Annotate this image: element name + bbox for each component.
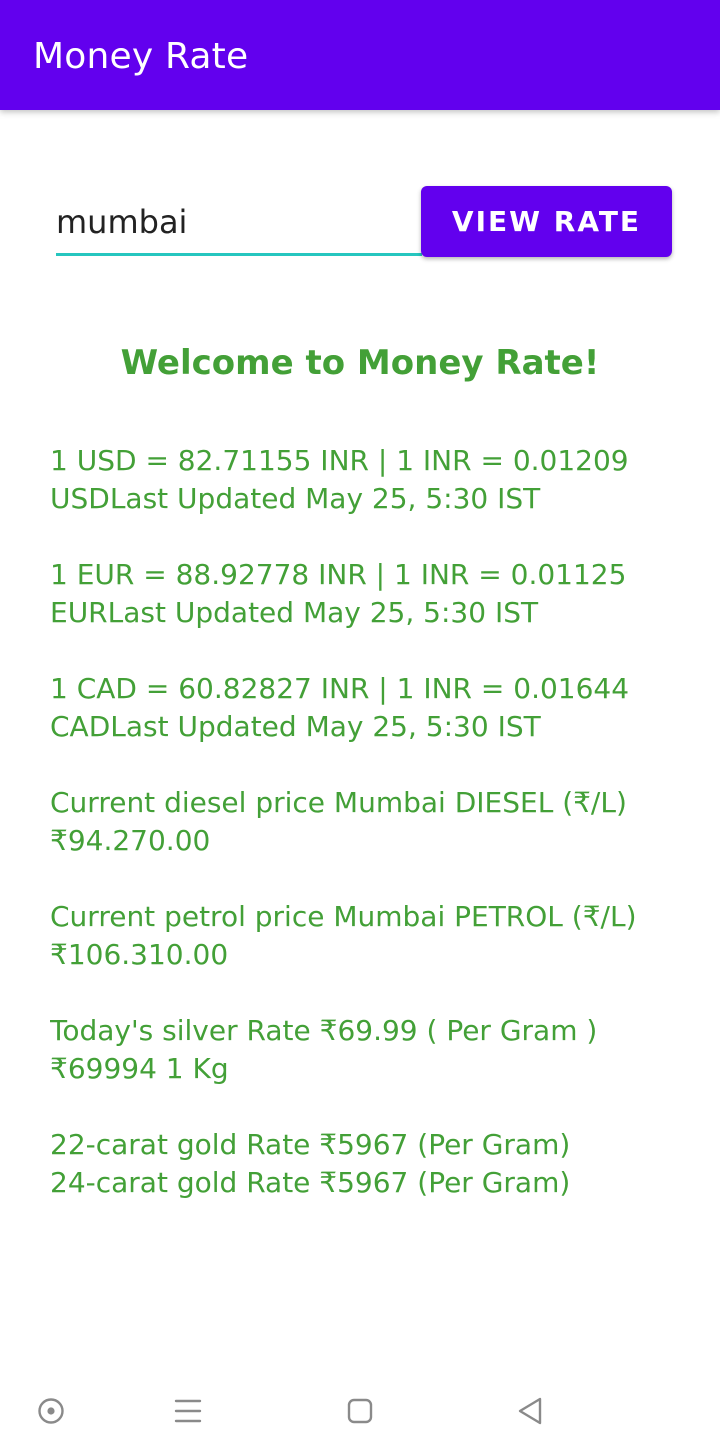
menu-icon[interactable] <box>173 1396 203 1426</box>
view-rate-button[interactable]: VIEW RATE <box>421 186 672 257</box>
rate-line: CADLast Updated May 25, 5:30 IST <box>50 710 541 743</box>
silver-rate: Today's silver Rate ₹69.99 ( Per Gram ) … <box>50 1012 680 1126</box>
rate-line: 1 USD = 82.71155 INR | 1 INR = 0.01209 <box>50 444 629 477</box>
rate-line: Today's silver Rate ₹69.99 ( Per Gram ) <box>50 1014 598 1047</box>
home-square-icon[interactable] <box>345 1396 375 1426</box>
rate-line: 22-carat gold Rate ₹5967 (Per Gram) <box>50 1128 571 1161</box>
gold-rate: 22-carat gold Rate ₹5967 (Per Gram) 24-c… <box>50 1126 680 1240</box>
rate-line: ₹94.270.00 <box>50 824 211 857</box>
screen: Money Rate VIEW RATE Welcome to Money Ra… <box>0 0 720 1453</box>
assistant-icon[interactable] <box>36 1396 66 1426</box>
rate-line: 1 CAD = 60.82827 INR | 1 INR = 0.01644 <box>50 672 630 705</box>
rate-line: USDLast Updated May 25, 5:30 IST <box>50 482 541 515</box>
app-bar: Money Rate <box>0 0 720 110</box>
back-triangle-icon[interactable] <box>515 1395 545 1427</box>
usd-rate: 1 USD = 82.71155 INR | 1 INR = 0.01209 U… <box>50 442 680 556</box>
welcome-heading: Welcome to Money Rate! <box>120 343 600 383</box>
rate-line: ₹69994 1 Kg <box>50 1052 229 1085</box>
app-title: Money Rate <box>33 36 249 77</box>
rates-list: 1 USD = 82.71155 INR | 1 INR = 0.01209 U… <box>50 442 680 1240</box>
rate-line: 1 EUR = 88.92778 INR | 1 INR = 0.01125 <box>50 558 627 591</box>
system-nav-bar <box>0 1370 720 1453</box>
rate-line: Current petrol price Mumbai PETROL (₹/L) <box>50 900 637 933</box>
rate-line: 24-carat gold Rate ₹5967 (Per Gram) <box>50 1166 571 1199</box>
diesel-price: Current diesel price Mumbai DIESEL (₹/L)… <box>50 784 680 898</box>
rate-line: EURLast Updated May 25, 5:30 IST <box>50 596 539 629</box>
rate-line: Current diesel price Mumbai DIESEL (₹/L) <box>50 786 627 819</box>
rate-line: ₹106.310.00 <box>50 938 229 971</box>
eur-rate: 1 EUR = 88.92778 INR | 1 INR = 0.01125 E… <box>50 556 680 670</box>
cad-rate: 1 CAD = 60.82827 INR | 1 INR = 0.01644 C… <box>50 670 680 784</box>
petrol-price: Current petrol price Mumbai PETROL (₹/L)… <box>50 898 680 1012</box>
city-input[interactable] <box>56 190 422 256</box>
